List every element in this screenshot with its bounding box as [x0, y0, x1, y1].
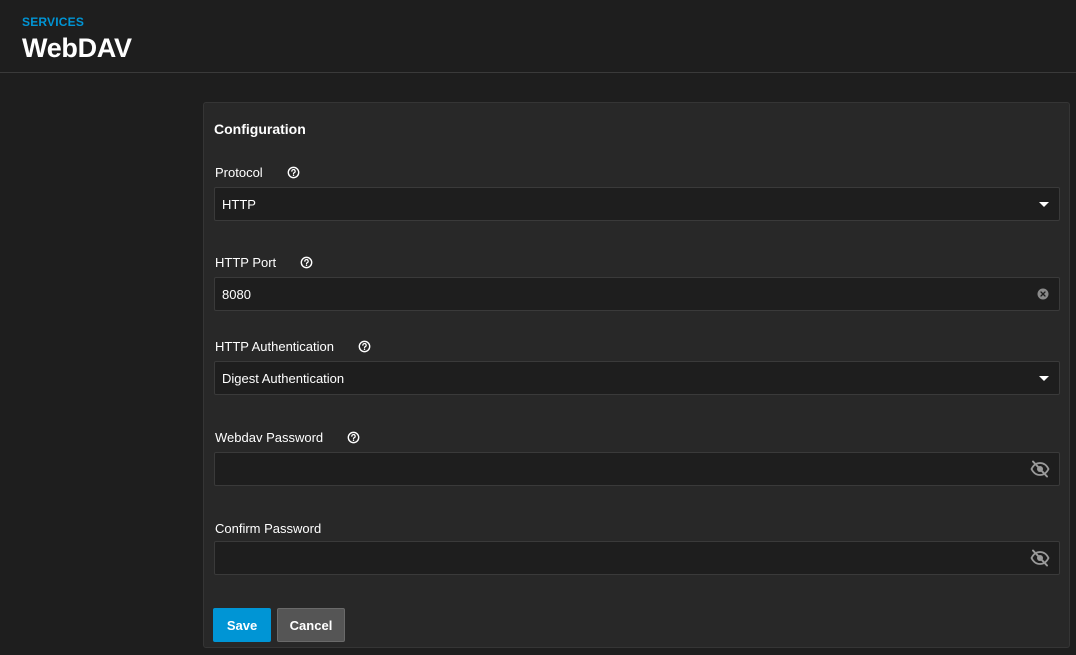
webdav-password-label: Webdav Password — [215, 430, 360, 445]
confirm-password-input[interactable] — [214, 541, 1060, 575]
http-auth-select[interactable]: Digest Authentication — [214, 361, 1060, 395]
help-icon[interactable] — [358, 340, 371, 353]
help-icon[interactable] — [300, 256, 313, 269]
card-title: Configuration — [214, 121, 306, 137]
http-port-label: HTTP Port — [215, 255, 313, 270]
eye-off-icon[interactable] — [1030, 549, 1050, 567]
page-header: SERVICES WebDAV — [0, 0, 1076, 73]
webdav-password-label-text: Webdav Password — [215, 430, 324, 445]
save-button[interactable]: Save — [213, 608, 271, 642]
http-auth-select-value: Digest Authentication — [222, 370, 345, 386]
configuration-card: Configuration Protocol HTTP HTTP Port 80… — [203, 102, 1070, 648]
protocol-select[interactable]: HTTP — [214, 187, 1060, 221]
http-auth-label-text: HTTP Authentication — [215, 339, 334, 354]
confirm-password-label-text: Confirm Password — [215, 521, 322, 536]
caret-down-icon — [1039, 201, 1049, 207]
http-port-input-value: 8080 — [222, 286, 251, 302]
caret-down-icon — [1039, 375, 1049, 381]
http-auth-label: HTTP Authentication — [215, 339, 371, 354]
protocol-label-text: Protocol — [215, 165, 263, 180]
page-title: WebDAV — [22, 33, 132, 63]
help-icon[interactable] — [287, 166, 300, 179]
confirm-password-label: Confirm Password — [215, 521, 321, 536]
protocol-label: Protocol — [215, 165, 300, 180]
protocol-select-value: HTTP — [222, 196, 256, 212]
http-port-label-text: HTTP Port — [215, 255, 277, 270]
http-port-input[interactable]: 8080 — [214, 277, 1060, 311]
clear-circle-icon[interactable] — [1037, 288, 1049, 300]
cancel-button[interactable]: Cancel — [277, 608, 345, 642]
help-icon[interactable] — [347, 431, 360, 444]
webdav-password-input[interactable] — [214, 452, 1060, 486]
breadcrumb[interactable]: SERVICES — [22, 15, 84, 29]
eye-off-icon[interactable] — [1030, 460, 1050, 478]
